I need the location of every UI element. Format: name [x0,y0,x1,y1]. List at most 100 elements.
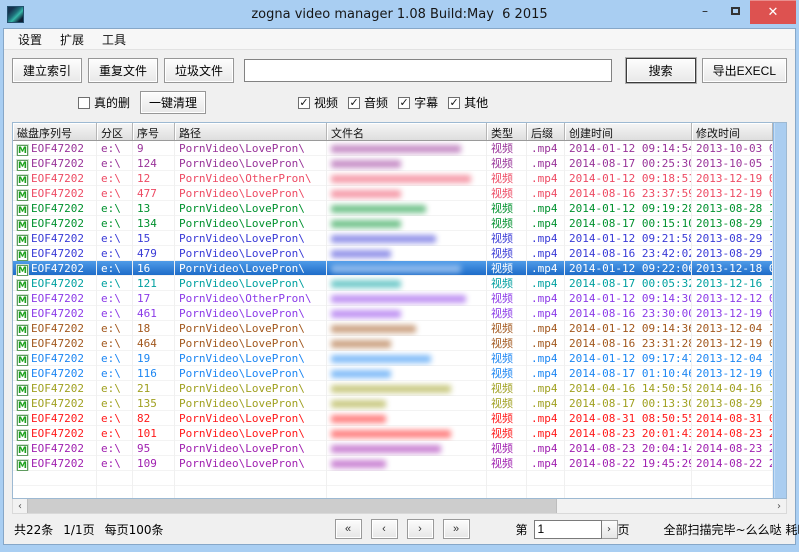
page-number-input[interactable] [534,520,602,539]
censored-filename [331,235,436,243]
column-header[interactable]: 磁盘序列号 [13,123,97,140]
serial-cell: MEOF47202 [13,426,97,441]
suffix-cell: .mp4 [527,321,565,336]
column-header[interactable]: 后缀 [527,123,565,140]
table-row[interactable]: MEOF47202e:\82PornVideo\LovePron\视频.mp42… [13,411,773,426]
column-header[interactable]: 序号 [133,123,175,140]
modified-cell: 2013-12-16 13:30:59 [692,276,773,291]
table-row[interactable]: MEOF47202e:\12PornVideo\OtherPron\视频.mp4… [13,171,773,186]
horizontal-scroll-thumb[interactable] [27,499,557,513]
type-cell: 视频 [487,291,527,306]
table-row[interactable]: MEOF47202e:\19PornVideo\LovePron\视频.mp42… [13,351,773,366]
sequence-cell: 479 [133,246,175,261]
horizontal-scrollbar[interactable]: ‹ › [12,499,787,514]
junk-files-button[interactable]: 垃圾文件 [164,58,234,83]
pager-button[interactable]: ‹ [371,519,398,539]
build-index-button[interactable]: 建立索引 [12,58,82,83]
scroll-left-arrow-icon[interactable]: ‹ [13,499,27,513]
table-row[interactable]: MEOF47202e:\135PornVideo\LovePron\视频.mp4… [13,396,773,411]
close-button[interactable]: ✕ [750,0,796,24]
column-header[interactable]: 修改时间 [692,123,773,140]
pager-button[interactable]: » [443,519,470,539]
serial-cell: MEOF47202 [13,141,97,156]
type-cell: 视频 [487,156,527,171]
type-cell: 视频 [487,381,527,396]
sequence-cell: 95 [133,441,175,456]
table-row[interactable]: MEOF47202e:\479PornVideo\LovePron\视频.mp4… [13,246,773,261]
filename-cell [327,171,487,186]
column-header[interactable]: 文件名 [327,123,487,140]
scroll-right-arrow-icon[interactable]: › [772,499,786,513]
duplicate-files-button[interactable]: 重复文件 [88,58,158,83]
type-cell: 视频 [487,141,527,156]
modified-cell: 2014-08-23 20:02:52 [692,426,773,441]
app-window: zogna video manager 1.08 Build:May 6 201… [0,0,799,552]
menu-item[interactable]: 工具 [95,29,133,50]
suffix-cell: .mp4 [527,231,565,246]
partition-cell: e:\ [97,246,133,261]
pager-button[interactable]: › [407,519,434,539]
sequence-cell: 19 [133,351,175,366]
filter-checkbox[interactable]: ✓字幕 [398,94,438,111]
sequence-cell: 134 [133,216,175,231]
file-list: 磁盘序列号分区序号路径文件名类型后缀创建时间修改时间 MEOF47202e:\9… [12,122,787,499]
search-button[interactable]: 搜索 [626,58,696,83]
column-header[interactable]: 创建时间 [565,123,692,140]
column-header[interactable]: 路径 [175,123,327,140]
maximize-button[interactable] [720,0,750,22]
path-cell: PornVideo\LovePron\ [175,141,327,156]
filter-checkbox[interactable]: ✓其他 [448,94,488,111]
table-row[interactable]: MEOF47202e:\9PornVideo\LovePron\视频.mp420… [13,141,773,156]
modified-cell: 2014-08-23 20:06:35 [692,441,773,456]
censored-filename [331,310,401,318]
go-page-button[interactable]: › [602,520,618,539]
filename-cell [327,351,487,366]
table-row[interactable]: MEOF47202e:\464PornVideo\LovePron\视频.mp4… [13,336,773,351]
table-row[interactable]: MEOF47202e:\101PornVideo\LovePron\视频.mp4… [13,426,773,441]
really-delete-checkbox[interactable]: 真的删 [78,94,130,111]
minimize-button[interactable]: – [690,0,720,22]
table-row[interactable]: MEOF47202e:\16PornVideo\LovePron\视频.mp42… [13,261,773,276]
created-cell: 2014-08-17 00:05:32 [565,276,692,291]
created-cell: 2014-08-31 08:50:55 [565,411,692,426]
menu-item[interactable]: 设置 [11,29,49,50]
suffix-cell: .mp4 [527,216,565,231]
suffix-cell: .mp4 [527,396,565,411]
one-click-clean-button[interactable]: 一键清理 [140,91,206,114]
filename-cell [327,336,487,351]
type-cell: 视频 [487,456,527,471]
menu-item[interactable]: 扩展 [53,29,91,50]
type-cell: 视频 [487,261,527,276]
table-row[interactable]: MEOF47202e:\461PornVideo\LovePron\视频.mp4… [13,306,773,321]
created-cell: 2014-08-23 20:01:43 [565,426,692,441]
path-cell: PornVideo\LovePron\ [175,261,327,276]
table-row[interactable]: MEOF47202e:\121PornVideo\LovePron\视频.mp4… [13,276,773,291]
table-row[interactable]: MEOF47202e:\109PornVideo\LovePron\视频.mp4… [13,456,773,471]
filter-label: 视频 [314,94,338,111]
censored-filename [331,400,386,408]
maximize-icon [731,7,740,15]
table-row[interactable]: MEOF47202e:\15PornVideo\LovePron\视频.mp42… [13,231,773,246]
path-cell: PornVideo\LovePron\ [175,201,327,216]
filter-checkbox[interactable]: ✓视频 [298,94,338,111]
page-suffix-label: 页 [618,521,630,538]
table-row[interactable]: MEOF47202e:\21PornVideo\LovePron\视频.mp42… [13,381,773,396]
table-row[interactable]: MEOF47202e:\124PornVideo\LovePron\视频.mp4… [13,156,773,171]
pager-button[interactable]: « [335,519,362,539]
table-row[interactable]: MEOF47202e:\116PornVideo\LovePron\视频.mp4… [13,366,773,381]
censored-filename [331,355,431,363]
column-header[interactable]: 类型 [487,123,527,140]
table-row[interactable]: MEOF47202e:\95PornVideo\LovePron\视频.mp42… [13,441,773,456]
serial-cell: MEOF47202 [13,261,97,276]
export-excel-button[interactable]: 导出EXECL [702,58,787,83]
table-row[interactable]: MEOF47202e:\17PornVideo\OtherPron\视频.mp4… [13,291,773,306]
suffix-cell: .mp4 [527,456,565,471]
vertical-scrollbar[interactable] [773,123,786,498]
table-row[interactable]: MEOF47202e:\13PornVideo\LovePron\视频.mp42… [13,201,773,216]
column-header[interactable]: 分区 [97,123,133,140]
search-input[interactable] [244,59,612,82]
filter-checkbox[interactable]: ✓音频 [348,94,388,111]
table-row[interactable]: MEOF47202e:\134PornVideo\LovePron\视频.mp4… [13,216,773,231]
table-row[interactable]: MEOF47202e:\18PornVideo\LovePron\视频.mp42… [13,321,773,336]
table-row[interactable]: MEOF47202e:\477PornVideo\LovePron\视频.mp4… [13,186,773,201]
